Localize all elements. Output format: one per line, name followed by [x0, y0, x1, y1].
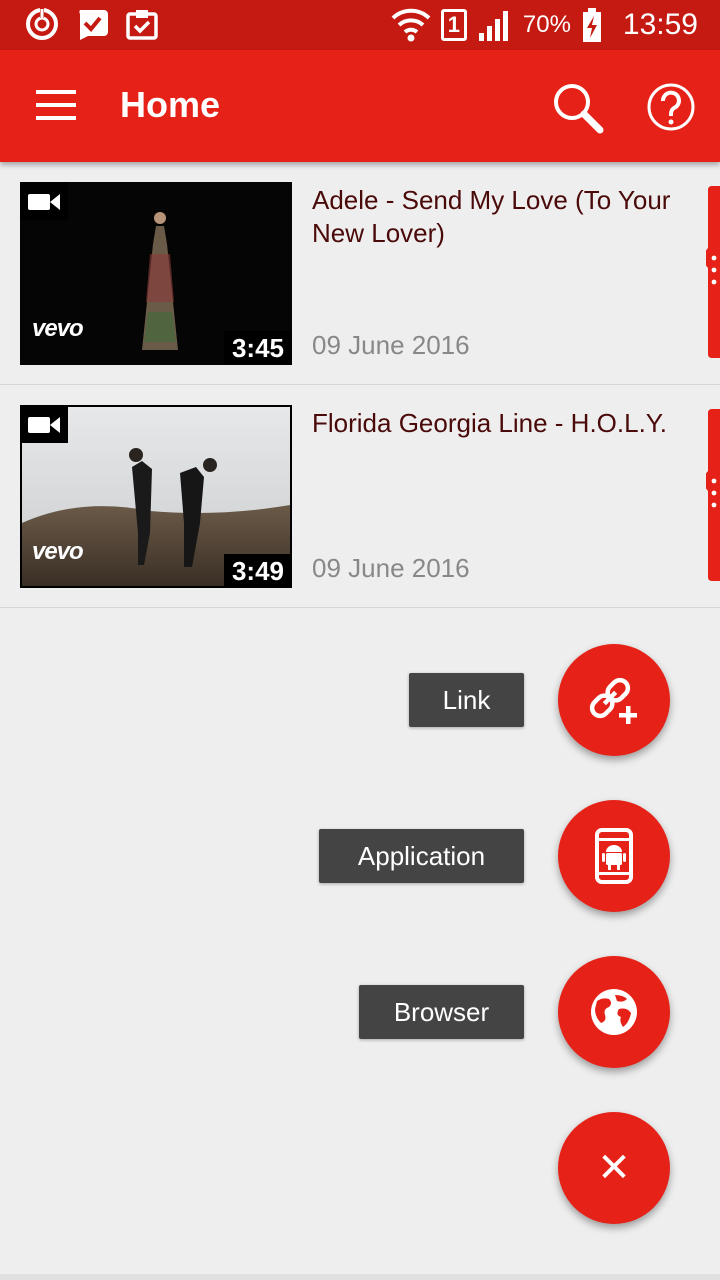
more-options-icon[interactable]: [706, 409, 720, 581]
clipboard-check-icon: [126, 10, 158, 40]
vevo-watermark: vevo: [32, 538, 84, 565]
battery-charging-icon: [582, 8, 601, 42]
video-duration: 3:49: [223, 554, 292, 588]
video-item-adele[interactable]: vevo 3:45 Adele - Send My Love (To Your …: [0, 162, 720, 385]
battery-percent: 70%: [522, 11, 571, 38]
video-list: vevo 3:45 Adele - Send My Love (To Your …: [0, 162, 720, 608]
application-label[interactable]: Application: [319, 829, 524, 883]
video-camera-icon: [20, 182, 68, 220]
video-item-florida-georgia-line[interactable]: vevo 3:49 Florida Georgia Line - H.O.L.Y…: [0, 385, 720, 608]
browser-label[interactable]: Browser: [359, 985, 524, 1039]
video-thumbnail[interactable]: vevo 3:45: [20, 182, 292, 365]
menu-icon[interactable]: [36, 88, 76, 122]
video-thumbnail[interactable]: vevo 3:49: [20, 405, 292, 588]
power-saver-icon: [26, 8, 58, 40]
clock: 13:59: [622, 8, 698, 41]
system-status: 1 70% 13:59: [391, 0, 698, 50]
video-date: 09 June 2016: [312, 553, 470, 583]
browser-button[interactable]: [558, 956, 670, 1068]
help-icon[interactable]: [646, 82, 696, 132]
video-date: 09 June 2016: [312, 330, 470, 360]
status-bar: 1 70% 13:59: [0, 0, 720, 50]
vevo-watermark: vevo: [32, 315, 84, 342]
link-label[interactable]: Link: [409, 673, 524, 727]
chat-check-icon: [79, 10, 108, 40]
signal-icon: [478, 11, 508, 41]
close-icon: ✕: [597, 1146, 631, 1190]
video-title[interactable]: Adele - Send My Love (To Your New Lover): [312, 184, 698, 250]
search-icon[interactable]: [550, 80, 604, 134]
add-link-button[interactable]: [558, 644, 670, 756]
android-phone-icon: [595, 828, 633, 884]
add-link-icon: [589, 677, 637, 724]
video-title[interactable]: Florida Georgia Line - H.O.L.Y.: [312, 407, 698, 440]
close-menu-button[interactable]: ✕: [558, 1112, 670, 1224]
globe-icon: [591, 989, 637, 1035]
app-bar: Home: [0, 50, 720, 162]
wifi-icon: [391, 8, 431, 42]
bottom-divider: [0, 1274, 720, 1280]
sim-slot-badge: 1: [440, 9, 467, 41]
more-options-icon[interactable]: [706, 186, 720, 358]
application-button[interactable]: [558, 800, 670, 912]
notification-icons: [24, 6, 160, 42]
video-duration: 3:45: [223, 331, 292, 365]
page-title: Home: [120, 84, 221, 125]
video-camera-icon: [20, 405, 68, 443]
